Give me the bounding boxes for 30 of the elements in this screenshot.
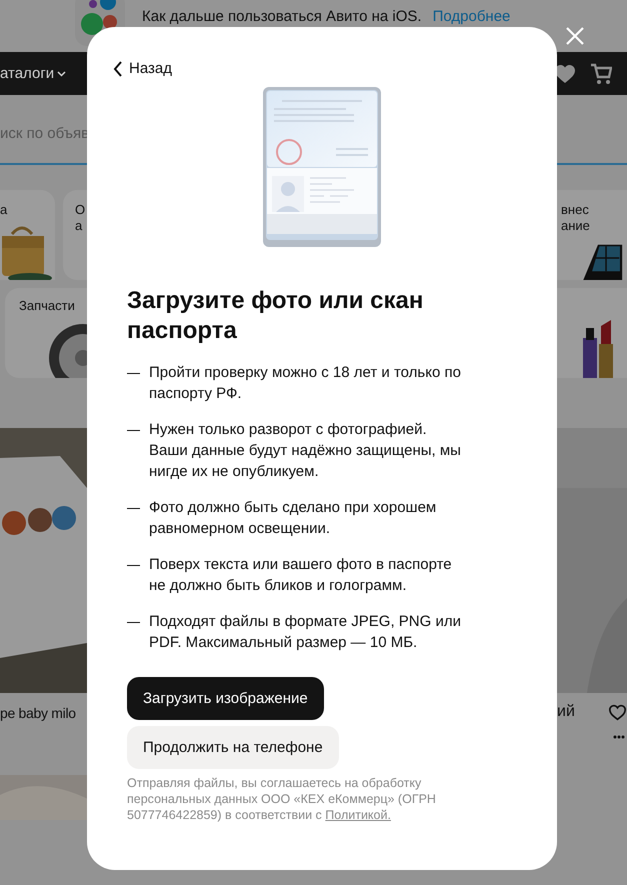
requirement-text: Фото должно быть сделано при хорошем равномерном освещении.	[149, 498, 438, 539]
banner-text: Как дальше пользоваться Авито на iOS.	[142, 8, 422, 24]
category-title: Запчасти	[18, 297, 75, 314]
category-title: О а	[74, 201, 86, 234]
product-title[interactable]: pe baby milo	[0, 705, 87, 721]
continue-on-phone-button[interactable]: Продолжить на телефоне	[127, 726, 339, 769]
dash-icon	[127, 508, 140, 510]
close-icon[interactable]	[566, 27, 584, 45]
heart-icon[interactable]	[608, 704, 627, 720]
cart-icon[interactable]	[590, 62, 612, 84]
category-card[interactable]: а	[0, 190, 55, 280]
heart-icon[interactable]	[554, 64, 576, 84]
requirement-text: Подходят файлы в формате JPEG, PNG или PDF. Максимальный размер — 10 МБ.	[149, 612, 462, 653]
chevron-down-icon	[57, 70, 66, 76]
dash-icon	[127, 430, 140, 432]
dash-icon	[127, 565, 140, 566]
upload-button[interactable]: Загрузить изображение	[127, 677, 324, 720]
more-icon[interactable]	[613, 735, 625, 739]
catalog-menu[interactable]: аталоги	[0, 65, 66, 82]
requirement-text: Нужен только разворот с фотографией. Ваши данные будут надёжно защищены, мы нигде их не опубликуем.	[149, 420, 462, 482]
category-title: внес ание	[560, 201, 590, 234]
chevron-left-icon	[113, 60, 123, 76]
product-title[interactable]: ий	[557, 703, 575, 721]
requirement-text: Поверх текста или вашего фото в паспорте не должно быть бликов и голограмм.	[149, 555, 453, 596]
dash-icon	[127, 622, 140, 624]
policy-link[interactable]: Политикой.	[325, 808, 391, 822]
dash-icon	[127, 373, 140, 374]
consent-text: Отправляя файлы, вы соглашаетесь на обработку персональных данных ООО «КЕХ еКоммерц» (ОГРН 5077746422859) в соответствии с Политикой.	[127, 775, 437, 823]
back-link[interactable]: Назад	[113, 60, 172, 77]
category-title: а	[0, 201, 8, 218]
